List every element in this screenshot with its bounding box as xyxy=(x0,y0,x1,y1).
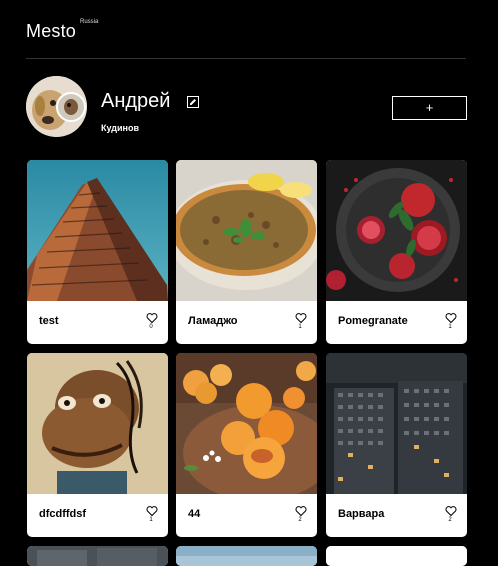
card-image[interactable] xyxy=(176,160,317,301)
like-count: 1 xyxy=(448,324,452,330)
card-title: test xyxy=(39,315,59,327)
card xyxy=(326,546,467,566)
card xyxy=(176,546,317,566)
card-image[interactable] xyxy=(27,353,168,494)
card: Ламаджо 1 xyxy=(176,160,317,344)
add-card-button[interactable]: + xyxy=(392,96,467,120)
card-image[interactable] xyxy=(27,546,168,566)
card-image[interactable] xyxy=(326,546,467,566)
heart-icon[interactable] xyxy=(445,505,457,517)
like-count: 1 xyxy=(298,324,302,330)
card-title: 44 xyxy=(188,508,201,520)
card: Варвара 2 xyxy=(326,353,467,537)
card: dfcdffdsf 1 xyxy=(27,353,168,537)
card-image[interactable] xyxy=(176,546,317,566)
logo: Mesto xyxy=(26,21,77,41)
heart-icon[interactable] xyxy=(146,312,158,324)
site-header: Mesto Russia xyxy=(26,0,466,59)
profile-name: Андрей xyxy=(101,90,171,112)
like-count: 0 xyxy=(149,324,153,330)
card-title: dfcdffdsf xyxy=(39,508,87,520)
card-image[interactable] xyxy=(326,353,467,494)
heart-icon[interactable] xyxy=(146,505,158,517)
heart-icon[interactable] xyxy=(295,312,307,324)
heart-icon[interactable] xyxy=(445,312,457,324)
card xyxy=(27,546,168,566)
card-title: Варвара xyxy=(338,508,385,520)
card-title: Pomegranate xyxy=(338,315,408,327)
edit-profile-button[interactable] xyxy=(187,96,199,108)
heart-icon[interactable] xyxy=(295,505,307,517)
avatar-image xyxy=(26,76,87,137)
avatar[interactable] xyxy=(26,76,87,137)
pencil-icon xyxy=(190,99,196,105)
logo-region: Russia xyxy=(80,19,99,25)
like-count: 1 xyxy=(149,517,153,523)
card: test 0 xyxy=(27,160,168,344)
card-image[interactable] xyxy=(27,160,168,301)
like-count: 2 xyxy=(298,517,302,523)
card-image[interactable] xyxy=(176,353,317,494)
card-image[interactable] xyxy=(326,160,467,301)
profile: Андрей Кудинов + xyxy=(26,76,467,138)
like-count: 2 xyxy=(448,517,452,523)
card: Pomegranate 1 xyxy=(326,160,467,344)
profile-about: Кудинов xyxy=(101,123,139,133)
card: 44 2 xyxy=(176,353,317,537)
card-title: Ламаджо xyxy=(188,315,238,327)
